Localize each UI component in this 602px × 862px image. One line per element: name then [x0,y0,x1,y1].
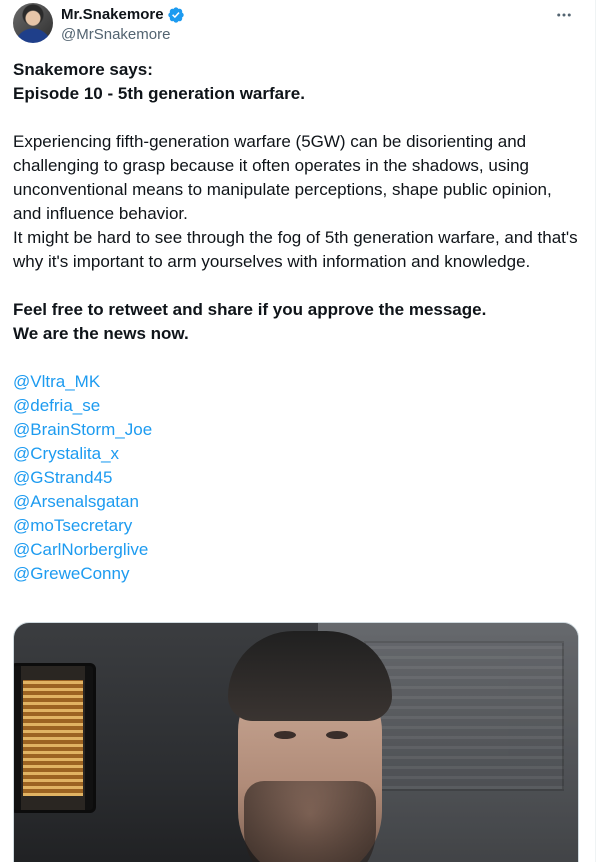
man-hair [228,631,392,721]
tweet-text: Snakemore says: Episode 10 - 5th generat… [13,58,583,586]
man-eye [326,731,348,739]
tweet-cta-line-1: Feel free to retweet and share if you ap… [13,300,487,319]
man-portrait [194,631,424,862]
mention-link[interactable]: @defria_se [13,394,583,418]
man-eye [274,731,296,739]
avatar[interactable] [13,3,53,43]
mention-link[interactable]: @BrainStorm_Joe [13,418,583,442]
tweet-title-line-2: Episode 10 - 5th generation warfare. [13,84,305,103]
tweet: Mr.Snakemore @MrSnakemore Snakemore says… [0,0,596,862]
verified-badge-icon [167,7,184,23]
user-handle[interactable]: @MrSnakemore [61,25,185,45]
tweet-paragraph-1: Experiencing fifth-generation warfare (5… [13,132,552,223]
mention-link[interactable]: @GStrand45 [13,466,583,490]
mention-link[interactable]: @CarlNorberglive [13,538,583,562]
mention-link[interactable]: @Arsenalsgatan [13,490,583,514]
mention-link[interactable]: @GreweConny [13,562,583,586]
tweet-media-image[interactable] [13,622,579,862]
display-name-row: Mr.Snakemore [61,5,185,25]
mention-link[interactable]: @Vltra_MK [13,370,583,394]
more-options-icon[interactable] [553,5,575,25]
tweet-header: Mr.Snakemore @MrSnakemore [13,3,595,47]
tweet-paragraph-2: It might be hard to see through the fog … [13,228,578,271]
tweet-title-line-1: Snakemore says: [13,60,153,79]
mention-link[interactable]: @Crystalita_x [13,442,583,466]
display-name[interactable]: Mr.Snakemore [61,5,164,25]
man-beard [244,781,376,862]
tweet-cta-line-2: We are the news now. [13,324,189,343]
mention-link[interactable]: @moTsecretary [13,514,583,538]
author-names: Mr.Snakemore @MrSnakemore [61,5,185,45]
heater-lamp [14,663,96,813]
